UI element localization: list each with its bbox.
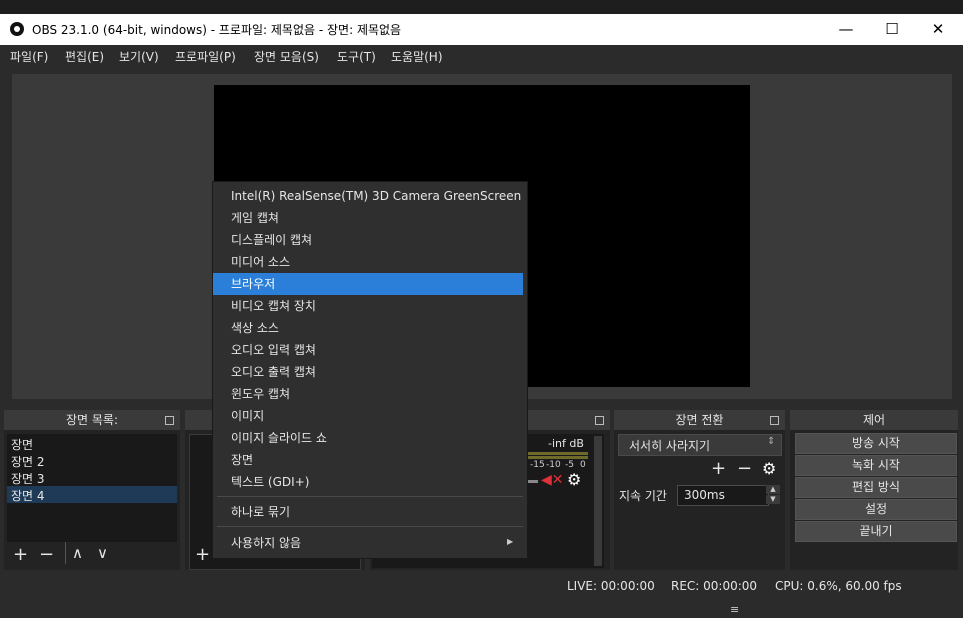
undock-icon[interactable] (595, 416, 604, 425)
audio-settings-gear-icon[interactable]: ⚙ (567, 470, 581, 489)
settings-button[interactable]: 설정 (795, 499, 957, 520)
scene-item[interactable]: 장면 2 (11, 453, 45, 470)
menu-item-text-gdi[interactable]: 텍스트 (GDI+) (213, 471, 523, 493)
live-status: LIVE: 00:00:00 (567, 579, 655, 593)
title-bar: OBS 23.1.0 (64-bit, windows) - 프로파일: 제목없… (0, 14, 963, 45)
resize-grip-icon[interactable]: ≡ (730, 603, 739, 616)
add-source-context-menu: Intel(R) RealSense(TM) 3D Camera GreenSc… (212, 181, 528, 559)
menu-item-audio-output[interactable]: 오디오 출력 캡쳐 (213, 361, 523, 383)
menu-item-audio-input[interactable]: 오디오 입력 캡쳐 (213, 339, 523, 361)
desktop-background (0, 0, 963, 14)
transitions-dock-title: 장면 전환 (614, 410, 785, 430)
obs-logo-icon (10, 22, 24, 36)
menu-profile[interactable]: 프로파일(P) (175, 48, 236, 65)
scenes-dock-title-text: 장면 목록: (65, 413, 119, 427)
menu-view[interactable]: 보기(V) (119, 48, 159, 65)
menu-edit[interactable]: 편집(E) (65, 48, 104, 65)
divider (65, 542, 66, 564)
studio-mode-button[interactable]: 편집 방식 (795, 477, 957, 498)
undock-icon[interactable] (770, 416, 779, 425)
transition-select-value: 서서히 사라지기 (629, 439, 711, 453)
minimize-button[interactable]: — (823, 14, 869, 45)
scene-item[interactable]: 장면 3 (11, 470, 45, 487)
controls-dock-title: 제어 (790, 410, 958, 430)
menu-separator (217, 496, 523, 497)
menu-item-deprecated[interactable]: 사용하지 않음 (213, 532, 523, 554)
menu-help[interactable]: 도움말(H) (391, 48, 443, 65)
menu-item-color-source[interactable]: 색상 소스 (213, 317, 523, 339)
remove-transition-icon[interactable]: − (737, 458, 752, 479)
submenu-arrow-icon: ▶ (507, 537, 514, 546)
menu-item-window-capture[interactable]: 윈도우 캡쳐 (213, 383, 523, 405)
duration-input[interactable]: 300ms (677, 485, 769, 506)
duration-up-icon[interactable]: ▲ (766, 485, 780, 494)
exit-button[interactable]: 끝내기 (795, 521, 957, 542)
maximize-button[interactable]: ☐ (869, 14, 915, 45)
meter-scale-label: 0 (580, 460, 586, 470)
menu-item-media-source[interactable]: 미디어 소스 (213, 251, 523, 273)
meter-scale-label: -10 (546, 460, 561, 470)
meter-scale-label: -15 (530, 460, 545, 470)
menu-item-browser[interactable]: 브라우저 (213, 273, 523, 295)
move-scene-down-icon[interactable]: ∨ (97, 544, 108, 562)
volume-meter-bar (526, 452, 588, 455)
menu-item-realsense[interactable]: Intel(R) RealSense(TM) 3D Camera GreenSc… (213, 185, 523, 207)
add-scene-icon[interactable]: + (13, 544, 28, 565)
menu-separator (217, 526, 523, 527)
scene-item[interactable]: 장면 4 (11, 487, 45, 504)
select-arrow-icon: ⇕ (767, 436, 776, 447)
menu-tools[interactable]: 도구(T) (337, 48, 376, 65)
remove-scene-icon[interactable]: − (39, 544, 54, 565)
cpu-status: CPU: 0.6%, 60.00 fps (775, 579, 902, 593)
obs-window: OBS 23.1.0 (64-bit, windows) - 프로파일: 제목없… (0, 14, 963, 618)
rec-status: REC: 00:00:00 (671, 579, 758, 593)
window-title: OBS 23.1.0 (64-bit, windows) - 프로파일: 제목없… (32, 23, 402, 37)
transitions-dock-title-text: 장면 전환 (675, 413, 724, 427)
mixer-level: -inf dB (548, 437, 584, 450)
close-button[interactable]: ✕ (915, 14, 961, 45)
menu-item-display-capture[interactable]: 디스플레이 캡쳐 (213, 229, 523, 251)
scenes-dock-title: 장면 목록: (4, 410, 180, 430)
scene-item[interactable]: 장면 (11, 436, 33, 453)
duration-value: 300ms (684, 488, 725, 502)
start-streaming-button[interactable]: 방송 시작 (795, 433, 957, 454)
volume-meter-bar (526, 456, 588, 459)
undock-icon[interactable] (165, 416, 174, 425)
add-transition-icon[interactable]: + (711, 458, 726, 479)
menu-item-image-slideshow[interactable]: 이미지 슬라이드 쇼 (213, 427, 523, 449)
menu-file[interactable]: 파일(F) (10, 48, 48, 65)
menu-item-scene[interactable]: 장면 (213, 449, 523, 471)
menu-item-group[interactable]: 하나로 묶기 (213, 501, 523, 523)
scenes-list: 장면 장면 2 장면 3 장면 4 (7, 434, 177, 542)
preview-source (526, 181, 750, 387)
duration-label: 지속 기간 (619, 489, 667, 503)
menu-item-image[interactable]: 이미지 (213, 405, 523, 427)
start-recording-button[interactable]: 녹화 시작 (795, 455, 957, 476)
menu-scene-collection[interactable]: 장면 모음(S) (254, 48, 319, 65)
duration-down-icon[interactable]: ▼ (766, 495, 780, 504)
meter-scale-label: -5 (565, 460, 574, 470)
mixer-scrollbar[interactable] (594, 436, 602, 566)
add-source-icon[interactable]: + (195, 544, 210, 565)
menu-bar: 파일(F) 편집(E) 보기(V) 프로파일(P) 장면 모음(S) 도구(T)… (0, 45, 963, 67)
move-scene-up-icon[interactable]: ∧ (72, 544, 83, 562)
mute-speaker-icon[interactable]: ◀✕ (541, 472, 564, 488)
transition-select[interactable]: 서서히 사라지기 ⇕ (618, 434, 782, 456)
menu-item-video-capture[interactable]: 비디오 캡쳐 장치 (213, 295, 523, 317)
menu-item-game-capture[interactable]: 게임 캡쳐 (213, 207, 523, 229)
transition-settings-gear-icon[interactable]: ⚙ (762, 459, 776, 478)
